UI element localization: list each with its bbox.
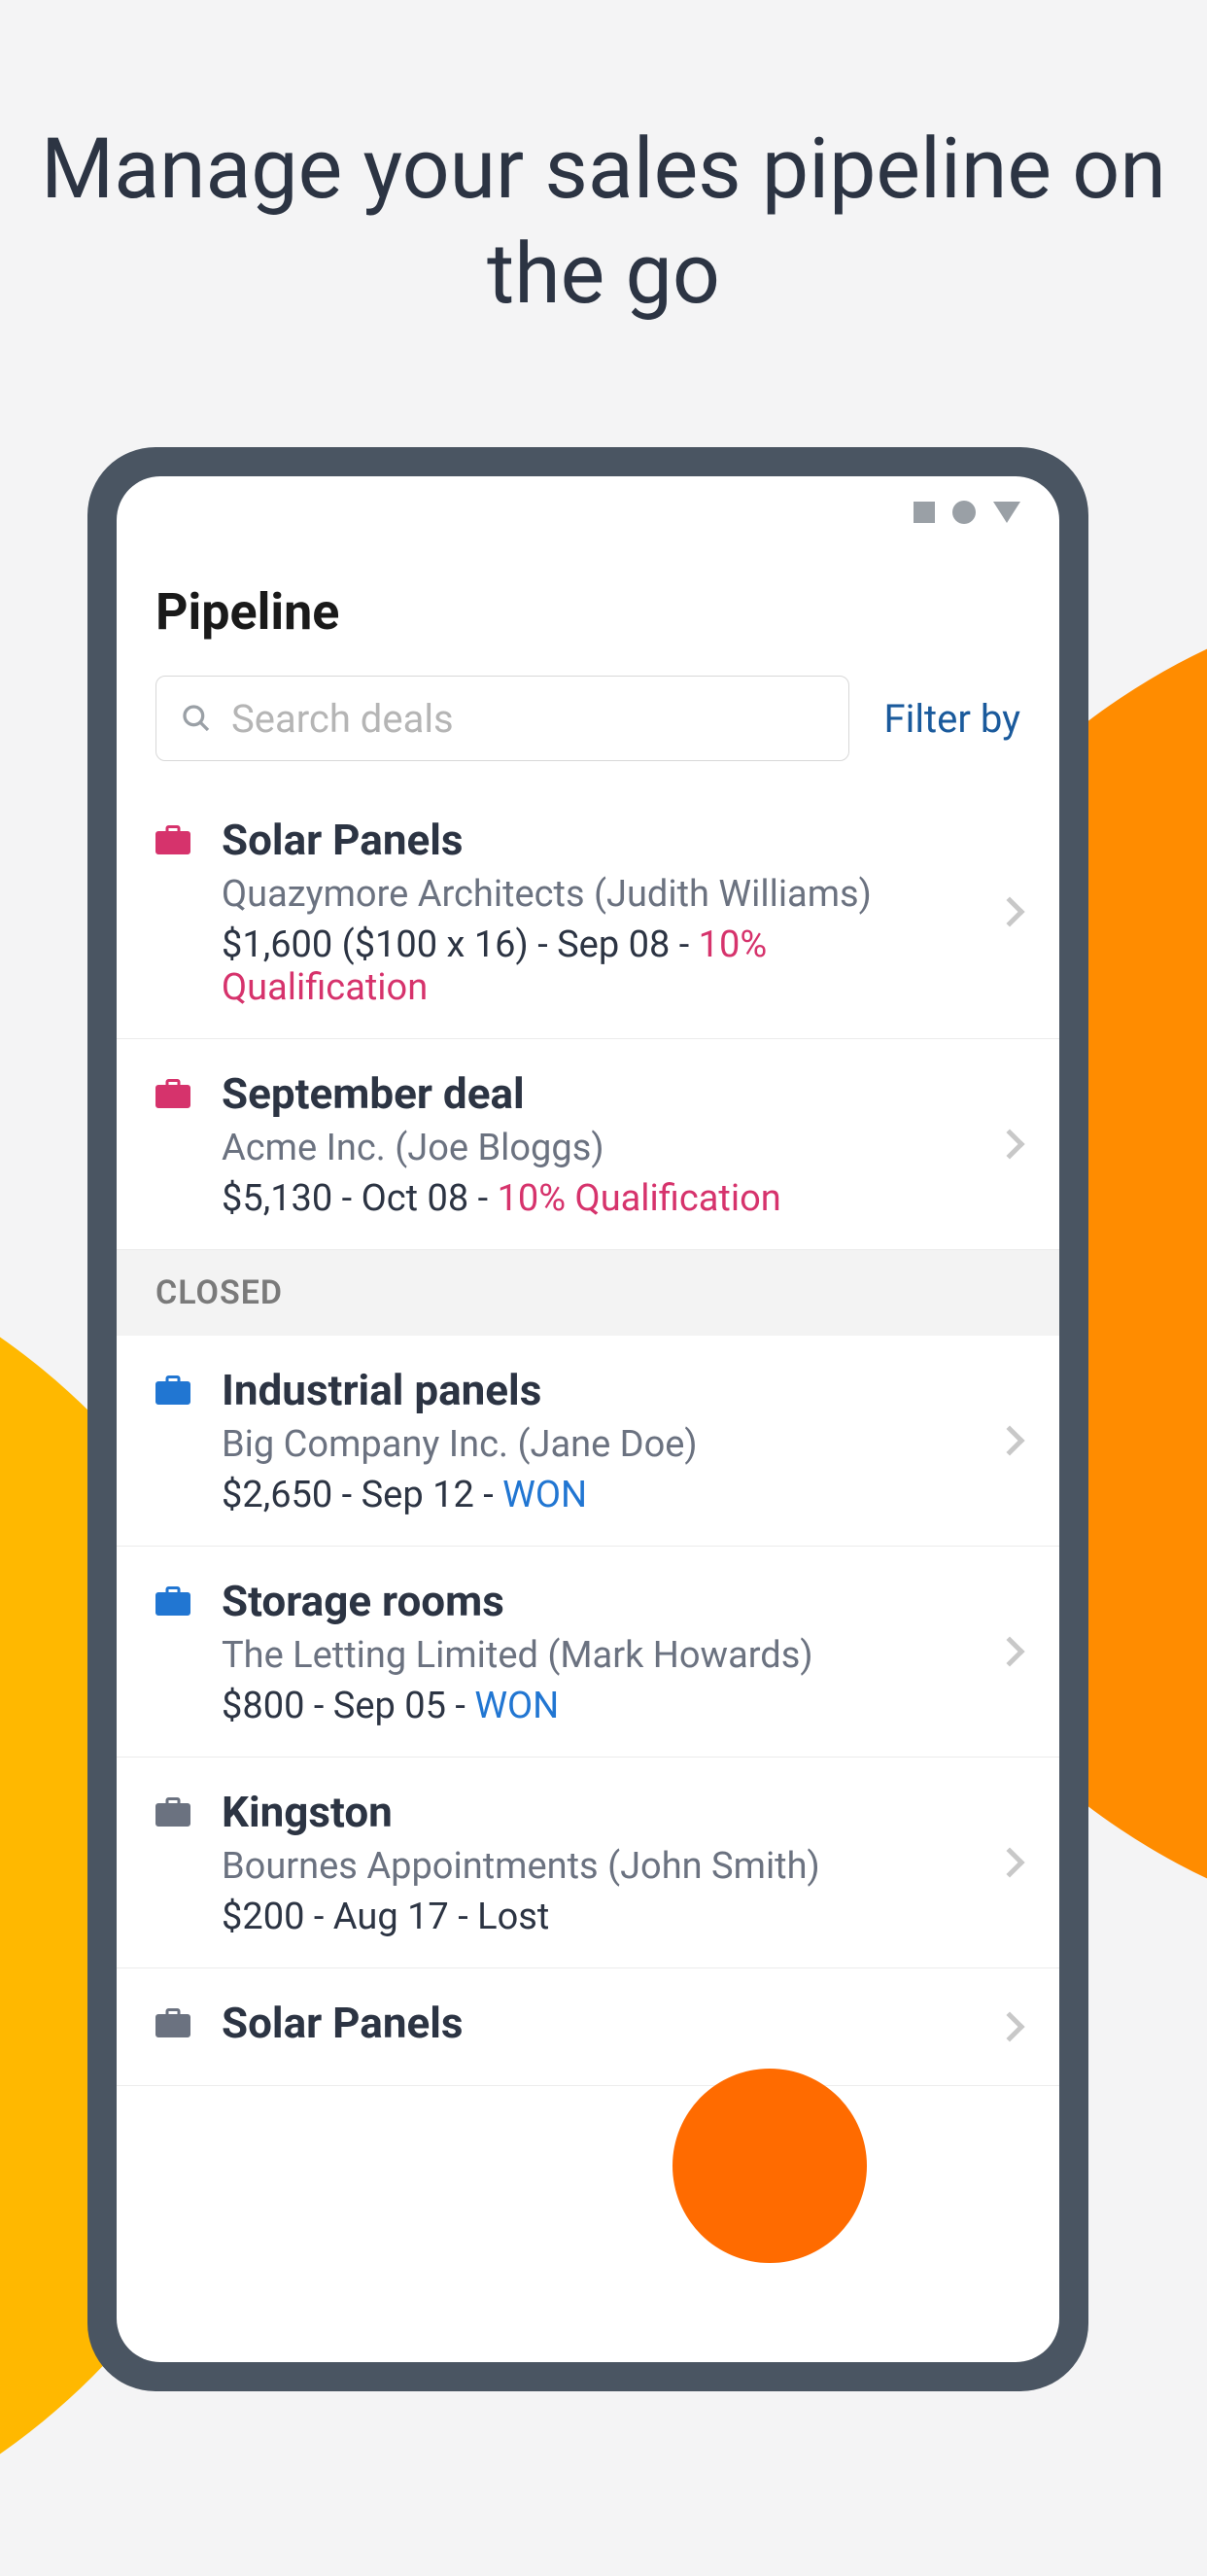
deal-meta: $800 - Sep 05 - WON [222,1685,970,1727]
closed-deals-list: Industrial panels Big Company Inc. (Jane… [117,1336,1059,2086]
marketing-headline: Manage your sales pipeline on the go [0,0,1207,326]
search-placeholder: Search deals [231,696,454,742]
deal-company: Big Company Inc. (Jane Doe) [222,1423,970,1466]
deal-title: Solar Panels [222,1998,970,2048]
deal-row[interactable]: Storage rooms The Letting Limited (Mark … [117,1547,1059,1758]
deal-company: Quazymore Architects (Judith Williams) [222,873,970,916]
android-status-icons [117,476,1059,524]
deal-status: WON [474,1685,559,1727]
bg-accent-bottom [672,2069,867,2263]
chevron-right-icon [994,1129,1024,1159]
briefcase-icon [155,1585,190,1617]
chevron-right-icon [994,1636,1024,1666]
deal-meta: $1,600 ($100 x 16) - Sep 08 - 10% Qualif… [222,923,970,1009]
deal-row[interactable]: September deal Acme Inc. (Joe Bloggs) $5… [117,1039,1059,1250]
status-square-icon [914,502,935,523]
deal-title: Kingston [222,1787,970,1837]
deal-company: The Letting Limited (Mark Howards) [222,1634,970,1677]
phone-screen: Pipeline Search deals Filter by Solar Pa… [117,476,1059,2362]
deal-status: WON [502,1474,587,1516]
deal-status: 10% Qualification [498,1177,781,1220]
deal-status: 10% Qualification [222,923,767,1009]
open-deals-list: Solar Panels Quazymore Architects (Judit… [117,785,1059,1250]
briefcase-icon [155,824,190,855]
status-circle-icon [952,501,976,524]
deal-company: Acme Inc. (Joe Bloggs) [222,1127,970,1169]
section-header-closed: CLOSED [117,1250,1059,1336]
briefcase-icon [155,1078,190,1109]
chevron-right-icon [994,1847,1024,1877]
search-icon [181,703,212,734]
briefcase-icon [155,2007,190,2038]
deal-meta: $2,650 - Sep 12 - WON [222,1474,970,1516]
briefcase-icon [155,1375,190,1406]
search-input[interactable]: Search deals [155,676,849,761]
deal-meta: $200 - Aug 17 - Lost [222,1896,970,1938]
chevron-right-icon [994,1425,1024,1455]
deal-row[interactable]: Industrial panels Big Company Inc. (Jane… [117,1336,1059,1547]
status-triangle-icon [993,502,1020,523]
deal-title: Solar Panels [222,815,970,865]
deal-row[interactable]: Solar Panels Quazymore Architects (Judit… [117,785,1059,1039]
page-title: Pipeline [117,524,1059,676]
briefcase-icon [155,1796,190,1828]
deal-title: Storage rooms [222,1576,970,1626]
deal-title: Industrial panels [222,1365,970,1415]
deal-row[interactable]: Solar Panels [117,1968,1059,2086]
deal-row[interactable]: Kingston Bournes Appointments (John Smit… [117,1758,1059,1968]
phone-frame: Pipeline Search deals Filter by Solar Pa… [87,447,1088,2391]
deal-meta: $5,130 - Oct 08 - 10% Qualification [222,1177,970,1220]
chevron-right-icon [994,2011,1024,2041]
deal-company: Bournes Appointments (John Smith) [222,1845,970,1888]
deal-title: September deal [222,1068,970,1119]
chevron-right-icon [994,896,1024,926]
filter-by-button[interactable]: Filter by [883,696,1020,742]
